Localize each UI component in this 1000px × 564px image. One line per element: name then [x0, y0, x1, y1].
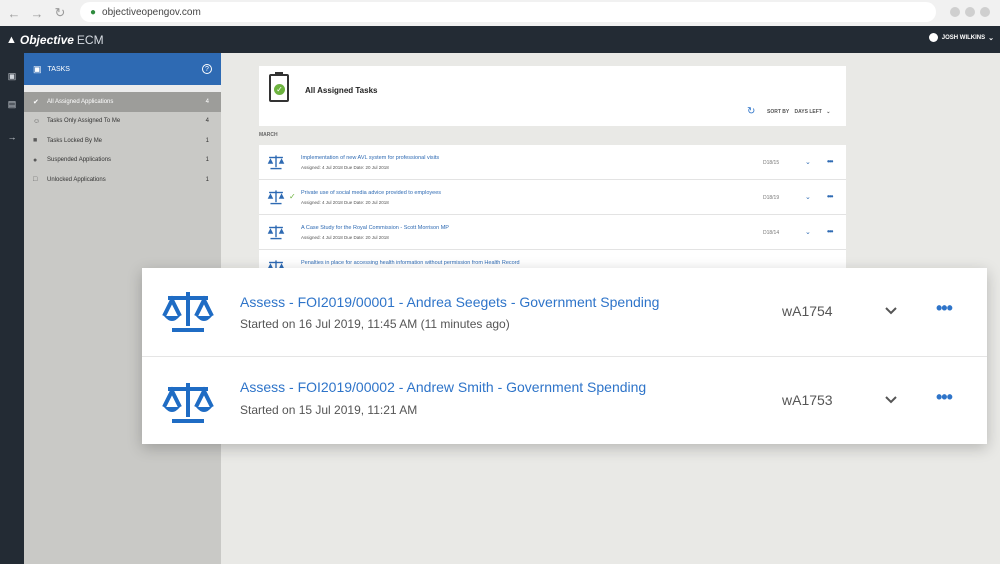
- task-row[interactable]: A Case Study for the Royal Commission - …: [259, 215, 846, 250]
- brand-name: Objective: [19, 32, 74, 47]
- scales-icon: [267, 155, 285, 170]
- sidebar-item-count: 4: [205, 98, 209, 105]
- sidebar-item-assigned-to-me[interactable]: ☺ Tasks Only Assigned To Me 4: [24, 112, 221, 132]
- sidebar-item-count: 1: [205, 157, 209, 164]
- chevron-down-icon: ⌄: [826, 109, 831, 115]
- unlock-icon: □: [33, 176, 38, 184]
- sidebar-item-count: 1: [205, 176, 209, 183]
- section-heading: MARCH: [259, 132, 278, 138]
- zoomed-task-panel: Assess - FOI2019/00001 - Andrea Seegets …: [142, 268, 987, 444]
- sidebar-title: TASKS: [47, 65, 70, 73]
- task-title-link[interactable]: A Case Study for the Royal Commission - …: [301, 225, 449, 231]
- zoomed-task-code: wA1754: [782, 303, 833, 319]
- more-icon[interactable]: •••: [936, 387, 953, 408]
- more-icon[interactable]: •••: [827, 157, 833, 166]
- zoomed-task-title-link[interactable]: Assess - FOI2019/00002 - Andrew Smith - …: [240, 379, 646, 395]
- sidebar-item-all-assigned[interactable]: ✔ All Assigned Applications 4: [24, 92, 221, 112]
- url-text: objectiveopengov.com: [102, 6, 201, 18]
- window-dot[interactable]: [965, 7, 975, 17]
- zoomed-task-title-link[interactable]: Assess - FOI2019/00001 - Andrea Seegets …: [240, 294, 659, 310]
- browser-toolbar: ← → ↻ ● objectiveopengov.com: [0, 0, 1000, 26]
- zoomed-task-started: Started on 15 Jul 2019, 11:21 AM: [240, 403, 418, 417]
- sort-dropdown[interactable]: SORT BY DAYS LEFT ⌄: [767, 109, 830, 115]
- chevron-down-icon[interactable]: ⌄: [805, 228, 811, 236]
- page-title: All Assigned Tasks: [305, 86, 378, 95]
- task-meta: Assigned: 4 Jul 2018 Due Date: 20 Jul 20…: [301, 235, 389, 240]
- app-header: ▲ Objective ECM JOSH WILKINS ⌄: [0, 26, 1000, 53]
- reload-icon[interactable]: ↻: [51, 4, 69, 22]
- user-avatar-icon: [928, 33, 938, 42]
- chevron-down-icon: ⌄: [988, 34, 994, 42]
- more-icon[interactable]: •••: [827, 192, 833, 201]
- task-list: Implementation of new AVL system for pro…: [259, 145, 846, 269]
- chevron-down-icon[interactable]: ⌄: [805, 193, 811, 201]
- app-logo[interactable]: ▲ Objective ECM: [6, 33, 104, 47]
- checkmark-icon: ✓: [289, 192, 296, 201]
- sidebar-item-unlocked[interactable]: □ Unlocked Applications 1: [24, 170, 221, 190]
- sidebar-item-label: All Assigned Applications: [47, 98, 114, 105]
- sort-value: DAYS LEFT: [794, 109, 822, 115]
- sidebar-header[interactable]: ▣ TASKS ?: [24, 53, 221, 85]
- clipboard-icon: ✓: [269, 72, 289, 102]
- inbox-icon: ▣: [33, 63, 42, 74]
- forward-icon[interactable]: →: [28, 4, 46, 22]
- scales-icon: [267, 225, 285, 240]
- task-title-link[interactable]: Implementation of new AVL system for pro…: [301, 155, 439, 161]
- help-icon[interactable]: ?: [202, 64, 212, 74]
- sidebar-item-locked-by-me[interactable]: ■ Tasks Locked By Me 1: [24, 131, 221, 151]
- sort-label: SORT BY: [767, 109, 790, 115]
- check-circle-icon: ✔: [33, 98, 39, 106]
- tasks-header-card: ✓ All Assigned Tasks ↻ SORT BY DAYS LEFT…: [259, 66, 846, 126]
- sidebar-item-label: Tasks Only Assigned To Me: [47, 118, 121, 125]
- sidebar-divider: [24, 85, 221, 92]
- task-title-link[interactable]: Private use of social media advice provi…: [301, 190, 441, 196]
- window-controls: [950, 7, 990, 17]
- person-icon: ☺: [33, 117, 41, 125]
- window-dot[interactable]: [950, 7, 960, 17]
- chevron-down-icon[interactable]: [884, 304, 898, 318]
- task-code: D18/14: [763, 230, 780, 236]
- arrow-right-icon[interactable]: →: [5, 130, 19, 144]
- refresh-icon[interactable]: ↻: [747, 106, 755, 117]
- chevron-down-icon[interactable]: [884, 393, 898, 407]
- chevron-down-icon[interactable]: ⌄: [805, 158, 811, 166]
- left-rail: ▣ ▤ →: [0, 53, 24, 564]
- sidebar-item-label: Tasks Locked By Me: [47, 137, 103, 144]
- pause-icon: ●: [33, 156, 38, 164]
- sidebar-item-label: Unlocked Applications: [47, 176, 106, 183]
- task-row[interactable]: Penalties in place for accessing health …: [259, 250, 846, 269]
- task-meta: Assigned: 4 Jul 2018 Due Date: 20 Jul 20…: [301, 165, 389, 170]
- scales-icon: [162, 292, 214, 332]
- window-dot[interactable]: [980, 7, 990, 17]
- user-menu[interactable]: JOSH WILKINS ⌄: [928, 33, 994, 42]
- task-row[interactable]: Implementation of new AVL system for pro…: [259, 145, 846, 180]
- more-icon[interactable]: •••: [827, 227, 833, 236]
- zoomed-task-row[interactable]: Assess - FOI2019/00001 - Andrea Seegets …: [142, 268, 987, 356]
- zoomed-task-code: wA1753: [782, 392, 833, 408]
- task-row[interactable]: ✓ Private use of social media advice pro…: [259, 180, 846, 215]
- sidebar-item-count: 1: [205, 137, 209, 144]
- scales-icon: [162, 383, 214, 423]
- task-code: D18/15: [763, 160, 780, 166]
- logo-mark-icon: ▲: [6, 33, 17, 46]
- sidebar-item-label: Suspended Applications: [47, 157, 112, 164]
- zoomed-task-started: Started on 16 Jul 2019, 11:45 AM (11 min…: [240, 317, 510, 331]
- user-name: JOSH WILKINS: [941, 34, 986, 41]
- task-title-link[interactable]: Penalties in place for accessing health …: [301, 260, 520, 266]
- lock-icon: ●: [90, 6, 97, 18]
- sidebar-item-count: 4: [205, 118, 209, 125]
- product-name: ECM: [76, 32, 104, 47]
- lock-icon: ■: [33, 137, 38, 145]
- zoomed-task-row[interactable]: Assess - FOI2019/00002 - Andrew Smith - …: [142, 356, 987, 444]
- more-icon[interactable]: •••: [936, 298, 953, 319]
- task-meta: Assigned: 4 Jul 2018 Due Date: 20 Jul 20…: [301, 200, 389, 205]
- back-icon[interactable]: ←: [5, 4, 23, 22]
- sidebar-item-suspended[interactable]: ● Suspended Applications 1: [24, 151, 221, 171]
- task-code: D18/19: [763, 195, 780, 201]
- documents-icon[interactable]: ▤: [5, 97, 19, 111]
- inbox-icon[interactable]: ▣: [5, 69, 19, 83]
- address-bar[interactable]: ● objectiveopengov.com: [80, 2, 936, 22]
- scales-icon: [267, 190, 285, 205]
